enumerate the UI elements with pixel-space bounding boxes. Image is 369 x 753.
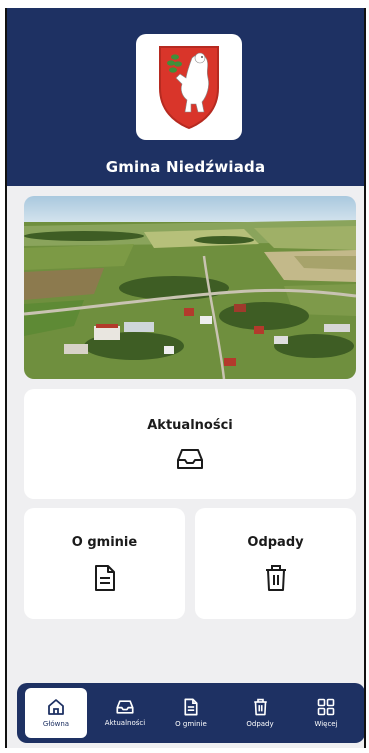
- about-tile-label: O gminie: [71, 535, 138, 550]
- about-tile[interactable]: O gminie: [24, 508, 185, 619]
- nav-item-more[interactable]: Więcej: [295, 688, 357, 738]
- grid-icon: [317, 698, 335, 716]
- app-screen: Gmina Niedźwiada Aktualności O gminie Od…: [5, 8, 366, 748]
- coat-of-arms-bear-icon: [159, 46, 219, 130]
- document-icon: [94, 565, 115, 591]
- logo-container: [136, 34, 242, 140]
- nav-label-home: Główna: [42, 720, 70, 728]
- nav-item-home[interactable]: Główna: [25, 688, 87, 738]
- nav-label-waste: Odpady: [246, 720, 274, 728]
- waste-tile[interactable]: Odpady: [195, 508, 356, 619]
- app-header: Gmina Niedźwiada: [7, 8, 364, 186]
- municipality-title: Gmina Niedźwiada: [105, 158, 266, 176]
- document-icon: [184, 698, 198, 716]
- nav-label-news: Aktualności: [104, 719, 146, 727]
- trash-icon: [265, 565, 286, 591]
- inbox-icon: [116, 700, 134, 714]
- nav-item-waste[interactable]: Odpady: [229, 688, 291, 738]
- news-tile-label: Aktualności: [147, 417, 233, 433]
- news-tile[interactable]: Aktualności: [24, 389, 356, 499]
- nav-label-about: O gminie: [175, 720, 207, 728]
- waste-tile-label: Odpady: [247, 535, 304, 550]
- bottom-navigation: Główna Aktualności O gminie Odpady Więce…: [17, 683, 364, 743]
- nav-item-news[interactable]: Aktualności: [94, 688, 156, 738]
- nav-item-about[interactable]: O gminie: [160, 688, 222, 738]
- trash-icon: [253, 698, 267, 716]
- inbox-icon: [177, 448, 203, 469]
- aerial-village-photo: [24, 196, 356, 379]
- nav-label-more: Więcej: [314, 720, 338, 728]
- home-icon: [48, 699, 64, 715]
